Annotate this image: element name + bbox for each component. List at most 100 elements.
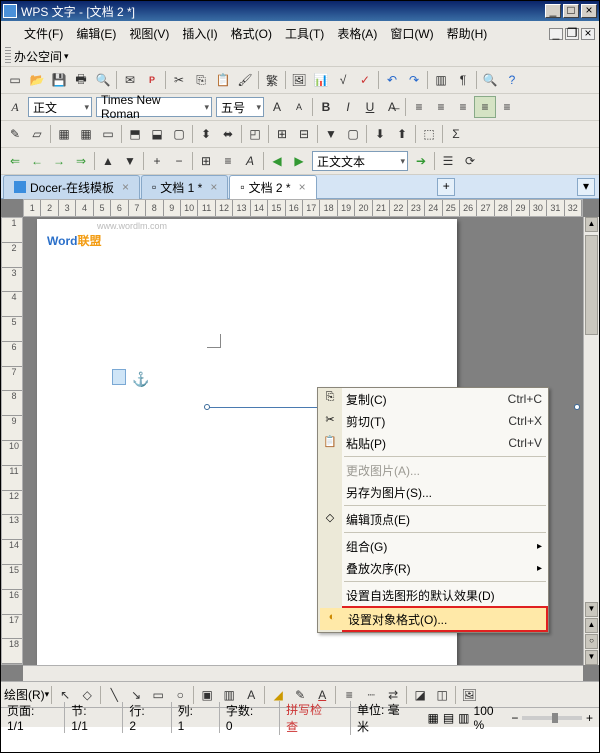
save-icon[interactable]: 💾 bbox=[48, 69, 70, 91]
nav-next-icon[interactable]: ▶ bbox=[288, 150, 310, 172]
tab-doc2[interactable]: ▫文档 2 *× bbox=[229, 175, 316, 199]
scroll-up-icon[interactable]: ▲ bbox=[585, 217, 598, 232]
align-left-icon[interactable]: ≡ bbox=[408, 96, 430, 118]
table-insert-icon[interactable]: ▦ bbox=[53, 123, 75, 145]
strike-icon[interactable]: A̶ bbox=[381, 96, 403, 118]
next-page-icon[interactable]: ▼ bbox=[585, 650, 598, 665]
moveup-icon[interactable]: ▲ bbox=[97, 150, 119, 172]
tab-doc1[interactable]: ▫文档 1 *× bbox=[141, 175, 228, 199]
font-dropdown[interactable]: Times New Roman bbox=[96, 97, 212, 117]
cut-icon[interactable]: ✂ bbox=[168, 69, 190, 91]
align-center-icon[interactable]: ≡ bbox=[430, 96, 452, 118]
showmarks-icon[interactable]: ¶ bbox=[452, 69, 474, 91]
grid-icon[interactable]: ▦ bbox=[75, 123, 97, 145]
formula-icon[interactable]: Σ bbox=[445, 123, 467, 145]
zoom-out-icon[interactable]: − bbox=[511, 711, 518, 725]
update-icon[interactable]: ⟳ bbox=[459, 150, 481, 172]
maximize-button[interactable]: □ bbox=[563, 4, 579, 18]
mdi-restore[interactable]: ❐ bbox=[565, 28, 579, 40]
ctx-save-as-pic[interactable]: 另存为图片(S)... bbox=[318, 481, 548, 503]
ctx-default-autoshape[interactable]: 设置自选图形的默认效果(D) bbox=[318, 584, 548, 606]
status-spell[interactable]: 拼写检查 bbox=[279, 701, 340, 735]
mdi-close[interactable]: × bbox=[581, 28, 595, 40]
format-painter-icon[interactable]: 🖌 bbox=[234, 69, 256, 91]
view-outline-icon[interactable]: ▥ bbox=[458, 711, 469, 725]
zoom-in-icon[interactable]: + bbox=[586, 711, 593, 725]
align-justify-icon[interactable]: ≡ bbox=[474, 96, 496, 118]
showlevel-icon[interactable]: ⊞ bbox=[195, 150, 217, 172]
browse-icon[interactable]: ○ bbox=[585, 634, 598, 649]
text-dir-icon[interactable]: ⬆ bbox=[391, 123, 413, 145]
copy-icon[interactable]: ⎘ bbox=[190, 69, 212, 91]
align-tl-icon[interactable]: ◰ bbox=[244, 123, 266, 145]
prev-page-icon[interactable]: ▲ bbox=[585, 618, 598, 633]
table-draw-icon[interactable]: ✎ bbox=[4, 123, 26, 145]
showfirst-icon[interactable]: ≡ bbox=[217, 150, 239, 172]
tab-list-button[interactable]: ▾ bbox=[577, 178, 595, 196]
chart-icon[interactable]: 📊 bbox=[310, 69, 332, 91]
ctx-edit-points[interactable]: ◇编辑顶点(E) bbox=[318, 508, 548, 530]
outline-level-dropdown[interactable]: 正文文本 bbox=[312, 151, 408, 171]
ctx-copy[interactable]: ⎘复制(C)Ctrl+C bbox=[318, 388, 548, 410]
mail-icon[interactable]: ✉ bbox=[119, 69, 141, 91]
redo-icon[interactable]: ↷ bbox=[403, 69, 425, 91]
ctx-group[interactable]: 组合(G) bbox=[318, 535, 548, 557]
showfmt-icon[interactable]: A bbox=[239, 150, 261, 172]
menu-insert[interactable]: 插入(I) bbox=[176, 23, 223, 44]
merge-icon[interactable]: ⬒ bbox=[124, 123, 146, 145]
resize-handle[interactable] bbox=[574, 404, 580, 410]
help-icon[interactable]: ? bbox=[501, 69, 523, 91]
view-print-icon[interactable]: ▦ bbox=[427, 711, 438, 725]
menu-window[interactable]: 窗口(W) bbox=[384, 23, 439, 44]
del-row-icon[interactable]: ▭ bbox=[97, 123, 119, 145]
menu-edit[interactable]: 编辑(E) bbox=[70, 23, 122, 44]
columns-icon[interactable]: ▥ bbox=[430, 69, 452, 91]
underline-icon[interactable]: U bbox=[359, 96, 381, 118]
expand-icon[interactable]: + bbox=[146, 150, 168, 172]
close-button[interactable]: × bbox=[581, 4, 597, 18]
menu-tools[interactable]: 工具(T) bbox=[279, 23, 330, 44]
ctx-order[interactable]: 叠放次序(R) bbox=[318, 557, 548, 579]
size-dropdown[interactable]: 五号 bbox=[216, 97, 264, 117]
style-dropdown[interactable]: 正文 bbox=[28, 97, 92, 117]
close-icon[interactable]: × bbox=[210, 180, 217, 194]
preview-icon[interactable]: 🔍 bbox=[92, 69, 114, 91]
scroll-thumb[interactable] bbox=[585, 235, 598, 335]
zoom-value[interactable]: 100 % bbox=[474, 704, 508, 732]
minimize-button[interactable]: _ bbox=[545, 4, 561, 18]
goto-icon[interactable]: ➔ bbox=[410, 150, 432, 172]
menu-format[interactable]: 格式(O) bbox=[225, 23, 278, 44]
dist-row-icon[interactable]: ⬍ bbox=[195, 123, 217, 145]
direction-icon[interactable]: ⬇ bbox=[369, 123, 391, 145]
ctx-format-object[interactable]: ◐设置对象格式(O)... bbox=[320, 608, 546, 630]
vertical-ruler[interactable]: 123456789101112131415161718 bbox=[1, 217, 23, 665]
select-icon[interactable]: ⬚ bbox=[418, 123, 440, 145]
demote-icon[interactable]: → bbox=[48, 150, 70, 172]
menu-table[interactable]: 表格(A) bbox=[331, 23, 383, 44]
print-icon[interactable]: 🖶 bbox=[70, 69, 92, 91]
dist-col-icon[interactable]: ⬌ bbox=[217, 123, 239, 145]
menu-file[interactable]: 文件(F) bbox=[18, 23, 69, 44]
undo-icon[interactable]: ↶ bbox=[381, 69, 403, 91]
3d-icon[interactable]: ◫ bbox=[431, 684, 453, 706]
collapse-icon[interactable]: − bbox=[168, 150, 190, 172]
vertical-scrollbar[interactable]: ▲ ▼ ▲ ○ ▼ bbox=[583, 217, 599, 665]
menu-help[interactable]: 帮助(H) bbox=[441, 23, 494, 44]
italic-icon[interactable]: I bbox=[337, 96, 359, 118]
draw-menu[interactable]: 绘图(R) bbox=[4, 686, 45, 703]
new-tab-button[interactable]: + bbox=[437, 178, 455, 196]
insert-pic-icon[interactable]: 🖼 bbox=[288, 69, 310, 91]
close-icon[interactable]: × bbox=[299, 180, 306, 194]
scroll-down-icon[interactable]: ▼ bbox=[585, 602, 598, 617]
close-icon[interactable]: × bbox=[122, 180, 129, 194]
table-erase-icon[interactable]: ▱ bbox=[26, 123, 48, 145]
sort-icon[interactable]: ⊟ bbox=[293, 123, 315, 145]
grow-font-icon[interactable]: A bbox=[266, 96, 288, 118]
border-icon[interactable]: ▢ bbox=[342, 123, 364, 145]
movedown-icon[interactable]: ▼ bbox=[119, 150, 141, 172]
menu-view[interactable]: 视图(V) bbox=[123, 23, 175, 44]
equation-icon[interactable]: √ bbox=[332, 69, 354, 91]
paste-icon[interactable]: 📋 bbox=[212, 69, 234, 91]
convert-icon[interactable]: 繁 bbox=[261, 69, 283, 91]
split-icon[interactable]: ⬓ bbox=[146, 123, 168, 145]
